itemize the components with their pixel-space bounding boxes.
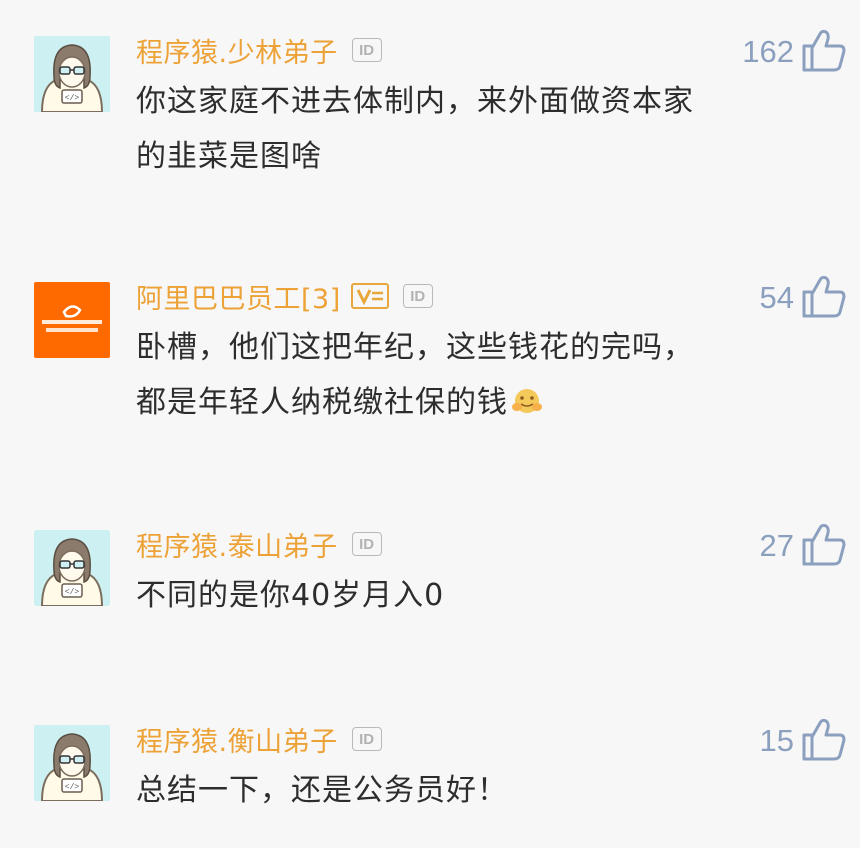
alibaba-logo-avatar-icon bbox=[34, 282, 110, 358]
id-badge[interactable]: ID bbox=[351, 727, 382, 751]
username[interactable]: 阿里巴巴员工[3] bbox=[136, 277, 341, 316]
programmer-avatar-icon bbox=[34, 725, 110, 801]
id-badge[interactable]: ID bbox=[351, 532, 382, 556]
id-badge[interactable]: ID bbox=[351, 38, 382, 62]
like-button[interactable]: 15 bbox=[760, 717, 848, 765]
thumbs-up-icon bbox=[802, 29, 846, 72]
like-count: 27 bbox=[759, 528, 794, 563]
like-count: 15 bbox=[759, 723, 794, 758]
hug-emoji-icon bbox=[512, 389, 542, 413]
username[interactable]: 程序猿.衡山弟子 bbox=[136, 720, 338, 759]
thumbs-up-icon bbox=[802, 275, 846, 318]
comment-text: 不同的是你40岁月入0 bbox=[136, 578, 445, 613]
comment-text: 卧槽，他们这把年纪，这些钱花的完吗，都是年轻人纳税缴社保的钱 bbox=[136, 320, 716, 430]
avatar[interactable] bbox=[34, 36, 110, 112]
like-button[interactable]: 162 bbox=[742, 28, 848, 76]
thumbs-up-icon bbox=[802, 523, 846, 566]
verified-v-badge bbox=[350, 283, 389, 309]
like-button[interactable]: 27 bbox=[760, 522, 848, 570]
avatar[interactable] bbox=[34, 725, 110, 801]
like-count: 54 bbox=[759, 280, 794, 315]
comment-text: 总结一下，还是公务员好！ bbox=[136, 773, 508, 808]
avatar[interactable] bbox=[34, 530, 110, 606]
like-count: 162 bbox=[742, 34, 794, 69]
avatar[interactable] bbox=[34, 282, 110, 358]
v-badge-icon bbox=[356, 289, 383, 305]
id-badge[interactable]: ID bbox=[402, 284, 433, 308]
thumbs-up-icon bbox=[802, 718, 846, 761]
like-button[interactable]: 54 bbox=[760, 274, 848, 322]
programmer-avatar-icon bbox=[34, 530, 110, 606]
username[interactable]: 程序猿.泰山弟子 bbox=[136, 525, 338, 564]
comment-text: 你这家庭不进去体制内，来外面做资本家的韭菜是图啥 bbox=[136, 84, 694, 174]
comment-text-content: 卧槽，他们这把年纪，这些钱花的完吗，都是年轻人纳税缴社保的钱 bbox=[136, 330, 694, 420]
programmer-avatar-icon bbox=[34, 36, 110, 112]
username[interactable]: 程序猿.少林弟子 bbox=[136, 31, 338, 70]
